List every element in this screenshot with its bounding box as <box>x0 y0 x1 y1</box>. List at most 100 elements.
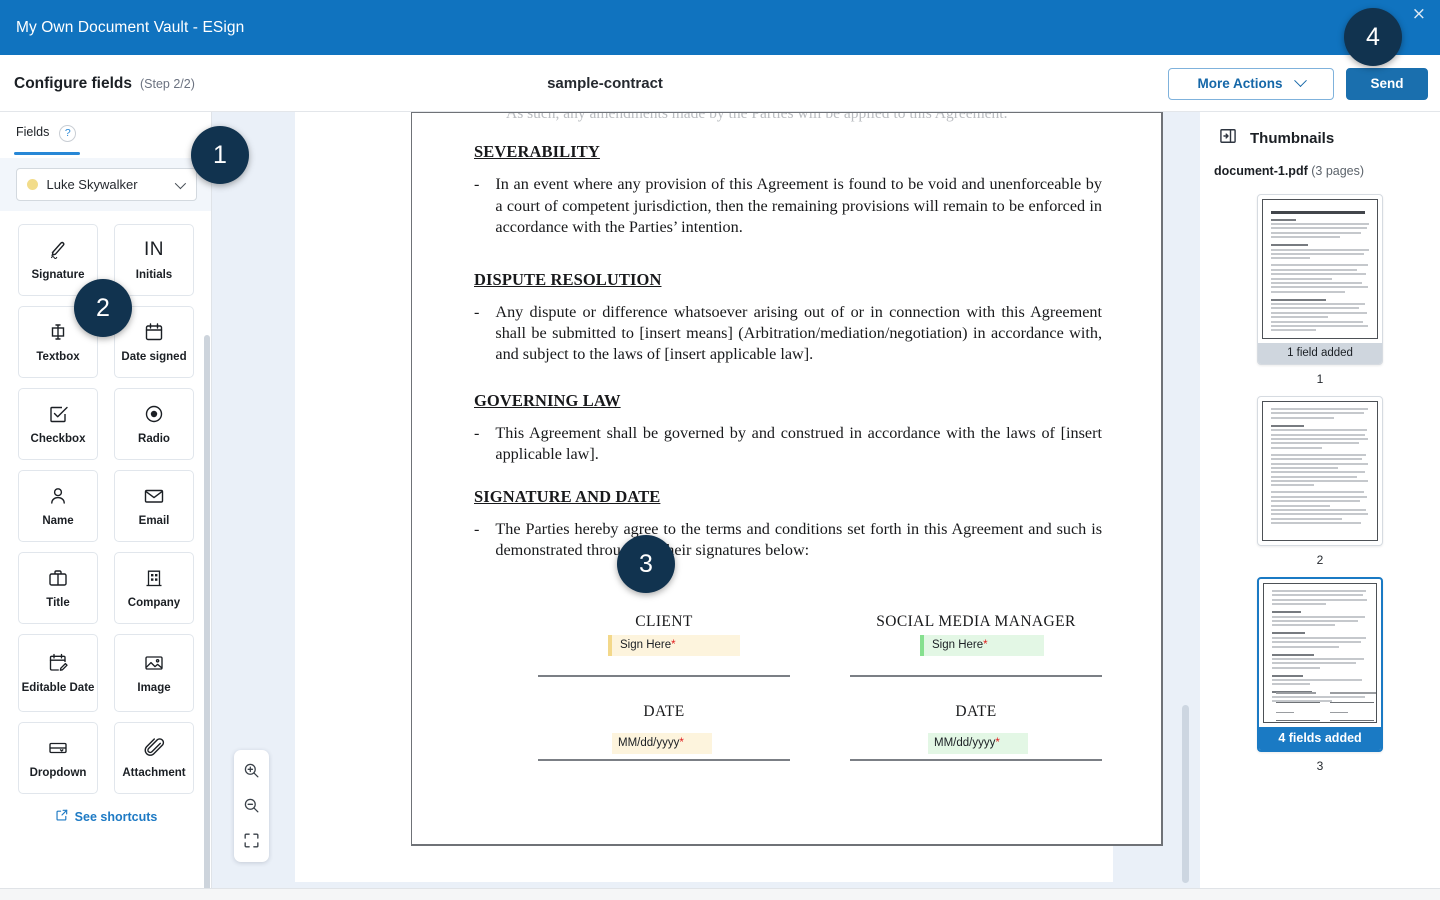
bullet-dash: - <box>474 302 480 321</box>
checkbox-icon <box>46 402 70 426</box>
doc-paragraph: Any dispute or difference whatsoever ari… <box>495 302 1102 363</box>
signature-field-manager[interactable]: Sign Here* <box>920 635 1044 657</box>
header-actions: More Actions Send <box>1168 55 1428 112</box>
thumbnail-item[interactable]: 2 <box>1200 396 1440 567</box>
thumbnails-title: Thumbnails <box>1250 130 1335 147</box>
more-actions-button[interactable]: More Actions <box>1168 67 1334 100</box>
date-field-client[interactable]: MM/dd/yyyy* <box>612 733 712 755</box>
send-button[interactable]: Send <box>1346 67 1428 100</box>
field-tool-label: Email <box>138 514 170 527</box>
field-tool-company[interactable]: Company <box>114 552 194 624</box>
signature-rule <box>850 675 1102 678</box>
thumbnail-card-page-3[interactable]: 4 fields added <box>1257 577 1383 752</box>
field-tool-image[interactable]: Image <box>114 634 194 712</box>
callout-badge-1: 1 <box>191 126 249 184</box>
see-shortcuts-link[interactable]: See shortcuts <box>0 808 211 825</box>
field-tag-label: MM/dd/yyyy <box>934 737 996 750</box>
date-label: DATE <box>643 703 685 721</box>
required-marker: * <box>679 737 684 750</box>
date-rule <box>538 759 790 762</box>
thumbnail-text-lines <box>1263 402 1377 533</box>
doc-bullet: - Any dispute or difference whatsoever a… <box>474 302 1130 365</box>
thumbnails-header: Thumbnails <box>1200 112 1440 151</box>
fields-sidebar: Fields ? Luke Skywalker Signature IN Ini… <box>0 112 212 888</box>
zoom-toolbar <box>234 750 269 862</box>
field-tool-label: Date signed <box>121 350 187 363</box>
field-tool-email[interactable]: Email <box>114 470 194 542</box>
recipient-selector-wrap: Luke Skywalker <box>0 158 211 211</box>
date-label: DATE <box>955 703 997 721</box>
party-label: SOCIAL MEDIA MANAGER <box>876 613 1076 631</box>
party-label: CLIENT <box>635 613 693 631</box>
signature-field-client[interactable]: Sign Here* <box>608 635 740 657</box>
thumbnail-page-number: 1 <box>1316 372 1324 386</box>
field-tool-dropdown[interactable]: Dropdown <box>18 722 98 794</box>
thumbnail-card-page-2[interactable] <box>1257 396 1383 546</box>
thumbnail-item[interactable]: 1 field added 1 <box>1200 194 1440 386</box>
envelope-icon <box>142 484 166 508</box>
chevron-down-icon <box>1293 74 1307 88</box>
viewer-scrollbar[interactable] <box>1182 705 1189 883</box>
bullet-dash: - <box>474 519 480 538</box>
pdf-page-content: As such, any amendments made by the Part… <box>412 112 1161 783</box>
field-tool-label: Dropdown <box>29 766 87 779</box>
recipient-name: Luke Skywalker <box>46 177 138 192</box>
field-tag-label: Sign Here <box>932 639 984 652</box>
recipient-color-dot <box>26 179 38 190</box>
field-tool-label: Radio <box>138 432 170 445</box>
callout-badge-4: 4 <box>1344 8 1402 66</box>
textbox-icon <box>46 320 70 344</box>
field-tool-editable-date[interactable]: Editable Date <box>18 634 98 712</box>
field-tool-radio[interactable]: Radio <box>114 388 194 460</box>
see-shortcuts-label: See shortcuts <box>74 809 158 824</box>
callout-badge-2: 2 <box>74 279 132 337</box>
window-title-bar: My Own Document Vault - ESign × <box>0 0 1440 55</box>
pdf-page-3[interactable]: As such, any amendments made by the Part… <box>411 112 1163 846</box>
fit-screen-icon[interactable] <box>241 829 263 851</box>
callout-badge-3: 3 <box>617 535 675 593</box>
thumbnails-file-info: document-1.pdf (3 pages) <box>1200 151 1440 178</box>
calendar-icon <box>142 320 166 344</box>
field-tool-checkbox[interactable]: Checkbox <box>18 388 98 460</box>
field-tool-label: Checkbox <box>30 432 86 445</box>
window-bottom-strip <box>0 888 1440 900</box>
field-tool-attachment[interactable]: Attachment <box>114 722 194 794</box>
field-tool-initials[interactable]: IN Initials <box>114 224 194 296</box>
signature-column-manager: SOCIAL MEDIA MANAGER Sign Here* DATE MM/… <box>850 613 1102 762</box>
thumbnail-item[interactable]: 4 fields added 3 <box>1200 577 1440 773</box>
thumbnail-page-number: 2 <box>1316 553 1324 567</box>
recipient-select[interactable]: Luke Skywalker <box>15 168 197 201</box>
thumbnails-list: 1 field added 1 2 4 fields added 3 <box>1200 178 1440 773</box>
zoom-in-icon[interactable] <box>241 759 263 781</box>
bullet-dash: - <box>474 175 480 194</box>
doc-faded-line: As such, any amendments made by the Part… <box>506 112 1008 122</box>
external-link-icon <box>55 808 69 825</box>
field-tool-title[interactable]: Title <box>18 552 98 624</box>
step-indicator: (Step 2/2) <box>139 76 195 91</box>
tab-active-underline <box>14 152 80 155</box>
fields-scrollbar[interactable] <box>204 335 210 888</box>
signature-column-client: CLIENT Sign Here* DATE MM/dd/yyyy* <box>538 613 790 762</box>
doc-paragraph: The Parties hereby agree to the terms an… <box>495 519 1102 560</box>
thumbnail-card-page-1[interactable]: 1 field added <box>1257 194 1383 365</box>
required-marker: * <box>983 639 988 652</box>
zoom-out-icon[interactable] <box>241 794 263 816</box>
signature-block: CLIENT Sign Here* DATE MM/dd/yyyy* SOCIA… <box>446 613 1130 783</box>
editable-date-icon <box>46 651 70 675</box>
field-tool-name[interactable]: Name <box>18 470 98 542</box>
thumbnail-preview <box>1263 583 1377 723</box>
doc-bullet: - In an event where any provision of thi… <box>474 174 1130 237</box>
tab-fields[interactable]: Fields <box>16 125 49 141</box>
date-field-manager[interactable]: MM/dd/yyyy* <box>928 733 1028 755</box>
panel-toggle-icon[interactable] <box>1218 126 1238 151</box>
header-step-group: Configure fields (Step 2/2) <box>14 55 195 112</box>
signature-icon <box>46 238 70 262</box>
document-viewer: As such, any amendments made by the Part… <box>212 112 1200 888</box>
field-tool-label: Attachment <box>122 766 186 779</box>
doc-bullet: - The Parties hereby agree to the terms … <box>474 519 1130 561</box>
help-icon[interactable]: ? <box>59 124 77 142</box>
date-rule <box>850 759 1102 762</box>
esign-configure-fields-screen: My Own Document Vault - ESign × Configur… <box>0 0 1440 900</box>
window-title: My Own Document Vault - ESign <box>16 18 245 36</box>
close-icon[interactable]: × <box>1412 6 1426 23</box>
